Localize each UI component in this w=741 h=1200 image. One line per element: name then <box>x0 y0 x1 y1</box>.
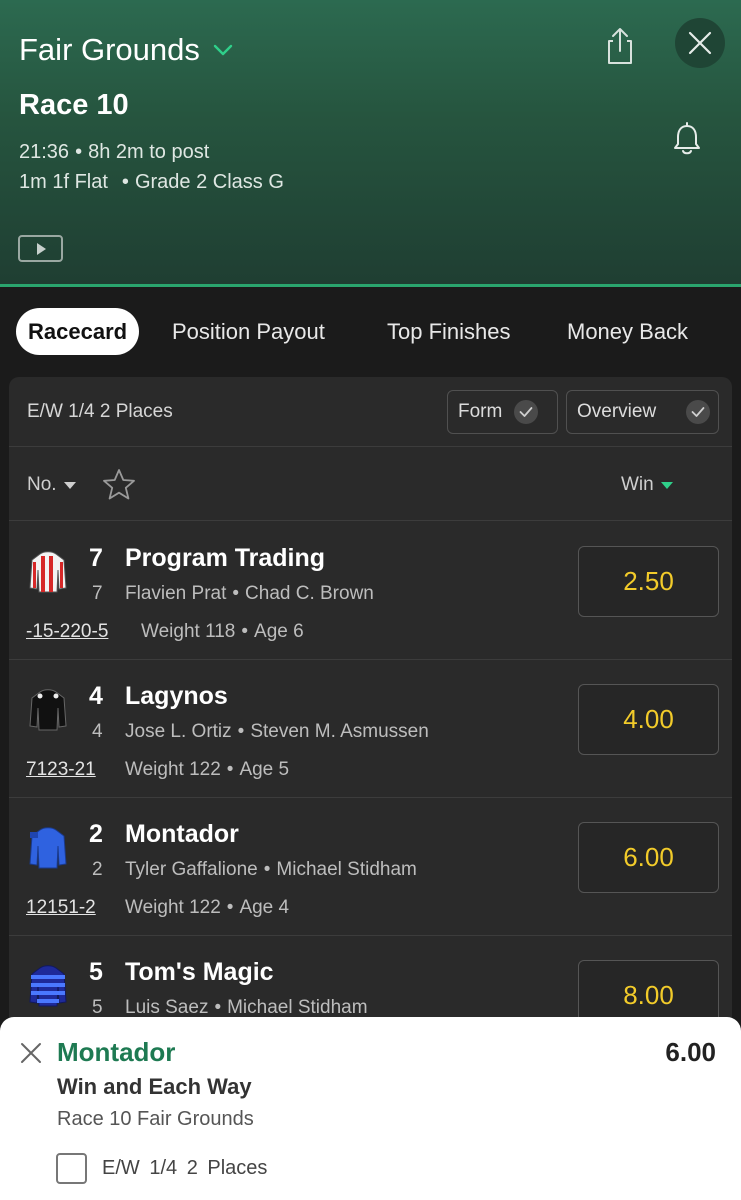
runner-number: 7 <box>89 544 103 572</box>
runner-form-link[interactable]: 12151-2 <box>26 897 96 919</box>
remove-selection-button[interactable] <box>19 1041 43 1065</box>
tab-money-back[interactable]: Money Back <box>567 308 688 355</box>
runner-connections: Jose L. Ortiz • Steven M. Asmussen <box>125 721 429 742</box>
race-details: 1m 1f Flat • Grade 2 Class G <box>19 171 284 193</box>
runner-number: 5 <box>89 958 103 986</box>
runner-name: Tom's Magic <box>125 958 274 986</box>
jockey-name: Tyler Gaffalione <box>125 859 258 880</box>
runner-row[interactable]: 7 Program Trading 7 Flavien Prat • Chad C.… <box>9 522 732 660</box>
jockey-name: Luis Saez <box>125 997 209 1018</box>
race-time: 21:36 <box>19 141 70 163</box>
selection-event: Race 10 Fair Grounds <box>57 1108 254 1130</box>
jockey-silks-icon <box>29 827 67 869</box>
overview-toggle-label: Overview <box>577 401 657 422</box>
runner-form-link[interactable]: -15-220-5 <box>26 621 108 643</box>
notification-button[interactable] <box>670 122 704 158</box>
win-odds-button[interactable]: 2.50 <box>578 546 719 617</box>
runner-weight: Weight 122 <box>125 759 221 780</box>
sort-win-label: Win <box>621 474 654 495</box>
runner-weight: Weight 118 <box>141 621 236 642</box>
bell-icon <box>674 122 700 155</box>
overview-toggle[interactable]: Overview <box>566 390 719 434</box>
trainer-name: Michael Stidham <box>276 859 417 880</box>
sort-by-win[interactable]: Win <box>621 474 673 496</box>
race-countdown: 8h 2m to post <box>88 141 210 163</box>
runner-weight-age: Weight 122 • Age 5 <box>125 759 290 780</box>
runner-draw: 4 <box>92 721 103 742</box>
jockey-name: Jose L. Ortiz <box>125 721 232 742</box>
venue-selector[interactable]: Fair Grounds <box>19 32 234 68</box>
selection-name: Montador <box>57 1037 176 1067</box>
runner-form-link[interactable]: 7123-21 <box>26 759 96 781</box>
share-icon <box>608 28 632 64</box>
win-odds-button[interactable]: 4.00 <box>578 684 719 755</box>
runner-row[interactable]: 2 Montador 2 Tyler Gaffalione • Michael St… <box>9 798 732 936</box>
runner-number: 2 <box>89 820 103 848</box>
caret-down-icon <box>660 481 673 489</box>
market-tabs: Racecard Position Payout Top Finishes Mo… <box>0 308 741 356</box>
checkmark-icon <box>686 400 710 424</box>
venue-name: Fair Grounds <box>19 32 200 67</box>
race-header: Fair Grounds Race 10 21:36 • 8h 2m to post… <box>0 0 741 285</box>
caret-down-icon <box>63 481 76 489</box>
star-icon[interactable] <box>101 467 137 503</box>
chevron-down-icon <box>213 44 233 56</box>
runner-number: 4 <box>89 682 103 710</box>
live-stream-button[interactable] <box>18 235 63 262</box>
bet-slip-panel: Montador 6.00 Win and Each Way Race 10 F… <box>0 1017 741 1200</box>
close-icon <box>688 31 712 55</box>
header-divider <box>0 284 741 287</box>
trainer-name: Steven M. Asmussen <box>250 721 429 742</box>
runner-draw: 5 <box>92 997 103 1018</box>
play-icon <box>36 242 46 255</box>
each-way-checkbox[interactable] <box>56 1153 87 1184</box>
runner-age: Age 6 <box>254 621 304 642</box>
tab-racecard[interactable]: Racecard <box>16 308 140 355</box>
runner-draw: 2 <box>92 859 103 880</box>
close-button[interactable] <box>675 18 725 68</box>
runner-name: Montador <box>125 820 239 848</box>
selection-market: Win and Each Way <box>57 1074 252 1099</box>
sort-number-label: No. <box>27 474 57 495</box>
share-button[interactable] <box>602 26 638 66</box>
race-time-info: 21:36 • 8h 2m to post <box>19 141 210 163</box>
form-toggle[interactable]: Form <box>447 390 558 434</box>
each-way-label: E/W 1/4 2 Places <box>102 1157 268 1179</box>
trainer-name: Michael Stidham <box>227 997 368 1018</box>
runner-connections: Flavien Prat • Chad C. Brown <box>125 583 374 604</box>
checkmark-icon <box>514 400 539 424</box>
runner-weight-age: Weight 122 • Age 4 <box>125 897 290 918</box>
sort-by-number[interactable]: No. <box>27 474 76 496</box>
form-toggle-label: Form <box>458 401 503 422</box>
race-title: Race 10 <box>19 89 129 121</box>
race-grade: Grade 2 Class G <box>134 171 284 193</box>
ew-terms-row: E/W 1/4 2 Places Form Overview <box>9 377 732 447</box>
ew-terms: E/W 1/4 2 Places <box>27 401 173 422</box>
runner-weight-age: Weight 118 • Age 6 <box>141 621 304 642</box>
jockey-name: Flavien Prat <box>125 583 227 604</box>
trainer-name: Chad C. Brown <box>245 583 374 604</box>
runner-draw: 7 <box>92 583 103 604</box>
runner-connections: Luis Saez • Michael Stidham <box>125 997 368 1018</box>
runner-name: Lagynos <box>125 682 228 710</box>
runner-age: Age 5 <box>239 759 290 780</box>
runner-row[interactable]: 4 Lagynos 4 Jose L. Ortiz • Steven M. Asmu… <box>9 660 732 798</box>
jockey-silks-icon <box>29 965 67 1007</box>
tab-position-payout[interactable]: Position Payout <box>172 308 325 355</box>
selection-odds: 6.00 <box>665 1037 716 1067</box>
runner-name: Program Trading <box>125 544 326 572</box>
jockey-silks-icon <box>29 689 67 731</box>
runner-weight: Weight 122 <box>125 897 221 918</box>
runner-connections: Tyler Gaffalione • Michael Stidham <box>125 859 417 880</box>
race-distance: 1m 1f Flat <box>19 171 108 193</box>
runner-age: Age 4 <box>239 897 290 918</box>
jockey-silks-icon <box>29 551 67 593</box>
sort-header-row: No. Win <box>9 448 732 521</box>
win-odds-button[interactable]: 6.00 <box>578 822 719 893</box>
tab-top-finishes[interactable]: Top Finishes <box>387 308 511 355</box>
